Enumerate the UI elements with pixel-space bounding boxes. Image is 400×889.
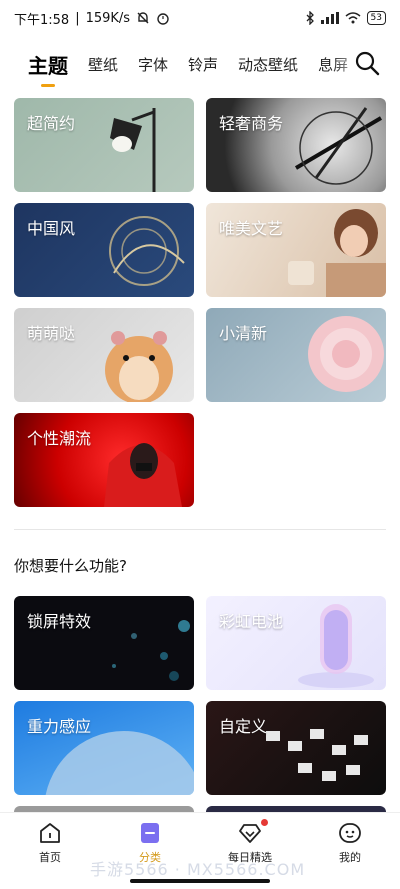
nav-profile[interactable]: 我的 [310,821,390,889]
nav-label: 首页 [39,851,61,864]
section-divider [14,529,386,530]
network-speed: 159K/s [85,10,131,26]
feature-label: 彩虹电池 [219,612,284,631]
tab-live-wallpaper[interactable]: 动态壁纸 [238,54,298,75]
home-indicator [130,879,270,883]
tab-theme[interactable]: 主题 [28,50,68,87]
feature-card-lockscreen-effects[interactable]: 锁屏特效 [14,596,194,690]
search-icon[interactable] [354,50,380,76]
battery-indicator: 53 [366,11,386,25]
category-label: 超简约 [27,114,76,133]
category-label: 唯美文艺 [219,219,284,238]
feature-label: 锁屏特效 [27,612,92,631]
category-card-luxury-business[interactable]: 轻奢商务 [206,98,386,192]
watermark: 手游5566 · MX5566.COM [90,860,306,879]
feature-grid: 锁屏特效 彩虹电池 重力感应 自定义 [14,596,386,795]
tab-wallpaper[interactable]: 壁纸 [88,54,118,75]
category-card-minimal[interactable]: 超简约 [14,98,194,192]
category-label: 轻奢商务 [219,114,284,133]
nav-label: 我的 [339,851,361,864]
status-left: 下午1:58 | 159K/s [14,9,170,28]
feature-label: 重力感应 [27,717,92,736]
category-card-artsy[interactable]: 唯美文艺 [206,203,386,297]
nav-home[interactable]: 首页 [10,821,90,889]
category-grid: 超简约 轻奢商务 中国风 唯美文艺 萌萌哒 小清新 个性潮流 [14,98,386,507]
status-time: 下午1:58 [14,12,70,28]
category-card-fresh[interactable]: 小清新 [206,308,386,402]
category-card-cute[interactable]: 萌萌哒 [14,308,194,402]
category-card-trendy[interactable]: 个性潮流 [14,413,194,507]
feature-card-customize[interactable]: 自定义 [206,701,386,795]
wifi-icon [345,12,361,24]
signal-icon [320,12,339,24]
feature-card-rainbow-battery[interactable]: 彩虹电池 [206,596,386,690]
category-label: 萌萌哒 [27,324,76,343]
tab-font[interactable]: 字体 [138,54,168,75]
bluetooth-icon [306,11,314,25]
category-label: 中国风 [27,219,76,238]
category-label: 小清新 [219,324,268,343]
status-right: 53 [305,11,386,25]
feature-label: 自定义 [219,717,268,736]
notification-badge [261,819,268,826]
section-title: 你想要什么功能? [14,557,127,575]
alarm-icon [157,13,169,25]
category-card-chinese-style[interactable]: 中国风 [14,203,194,297]
status-bar: 下午1:58 | 159K/s 53 [0,0,400,36]
mute-bell-icon [137,12,149,24]
category-label: 个性潮流 [27,429,92,448]
feature-card-gravity-sensor[interactable]: 重力感应 [14,701,194,795]
profile-icon [339,823,361,843]
diamond-icon [239,824,261,843]
category-icon [141,823,159,843]
tab-ringtone[interactable]: 铃声 [188,54,218,75]
home-icon [40,823,60,843]
